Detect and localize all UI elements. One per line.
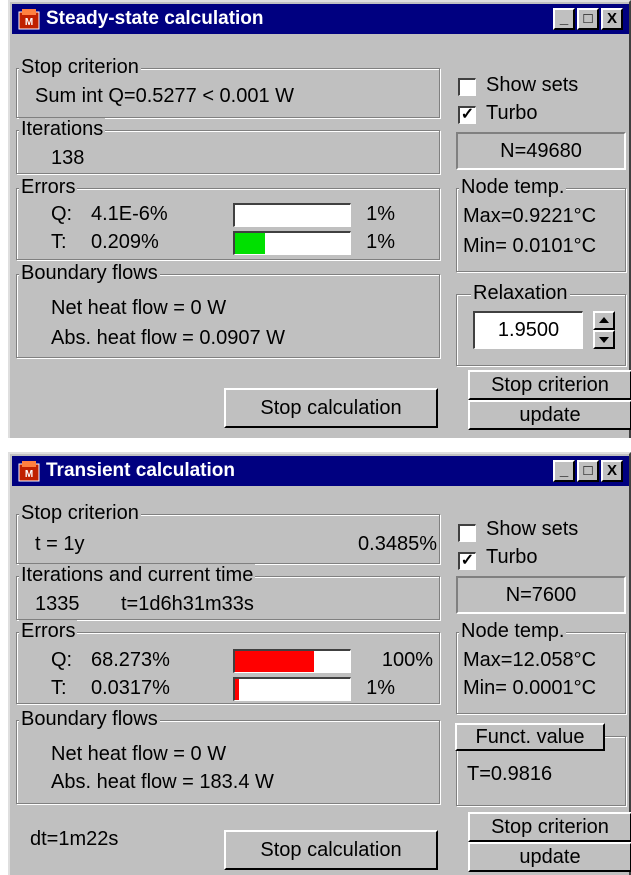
window-title: Steady-state calculation [46, 8, 264, 29]
relaxation-group: Relaxation 1.9500 [456, 282, 626, 366]
turbo-checkbox[interactable]: ✓ [458, 106, 476, 124]
stop-criterion-group: Stop criterion t = 1y 0.3485% [16, 502, 440, 564]
q-error-label: Q: [51, 203, 73, 225]
svg-text:M: M [25, 469, 33, 480]
stop-criterion-text: t = 1y [35, 533, 85, 555]
t-error-value: 0.209% [91, 231, 159, 253]
minimize-button[interactable]: _ [553, 8, 575, 30]
node-temp-max: Max=0.9221°C [463, 205, 597, 227]
q-error-limit: 1% [366, 203, 395, 225]
t-error-label: T: [51, 677, 67, 699]
stop-criterion-legend: Stop criterion [19, 56, 141, 78]
node-temp-max: Max=12.058°C [463, 649, 597, 671]
title-bar[interactable]: M Transient calculation _ □ X [12, 456, 629, 486]
t-error-limit: 1% [366, 231, 395, 253]
q-error-value: 4.1E-6% [91, 203, 168, 225]
stop-criterion-percent: 0.3485% [358, 533, 437, 555]
show-sets-checkbox[interactable] [458, 524, 476, 542]
node-temp-min: Min= 0.0101°C [463, 235, 597, 257]
stop-criterion-button[interactable]: Stop criterion [468, 370, 631, 400]
show-sets-label[interactable]: Show sets [486, 74, 578, 96]
errors-group: Errors Q: 68.273% 100% T: 0.0317% 1% [16, 620, 440, 704]
current-time-value: t=1d6h31m33s [121, 593, 254, 615]
q-error-bar [233, 649, 351, 673]
q-error-bar-fill [235, 651, 314, 672]
show-sets-label[interactable]: Show sets [486, 518, 578, 540]
t-error-bar [233, 231, 351, 255]
t-error-bar-fill [235, 233, 266, 254]
iterations-group: Iterations and current time 1335 t=1d6h3… [16, 564, 440, 620]
app-icon: M [18, 9, 40, 30]
arrow-up-icon [599, 317, 609, 323]
close-button[interactable]: X [601, 460, 623, 482]
relaxation-legend: Relaxation [471, 282, 570, 304]
funct-value-group: Funct. value T=0.9816 [455, 723, 626, 806]
arrow-down-icon [599, 337, 609, 343]
title-bar[interactable]: M Steady-state calculation _ □ X [12, 4, 629, 34]
node-temp-min: Min= 0.0001°C [463, 677, 597, 699]
svg-text:M: M [25, 17, 33, 28]
q-error-limit: 100% [381, 649, 433, 671]
stop-criterion-text: Sum int Q=0.5277 < 0.001 W [35, 85, 295, 107]
node-temp-legend: Node temp. [459, 176, 567, 198]
abs-heat-flow: Abs. heat flow = 0.0907 W [51, 327, 286, 349]
stop-criterion-legend: Stop criterion [19, 502, 141, 524]
t-error-limit: 1% [366, 677, 395, 699]
update-button[interactable]: update [468, 842, 631, 872]
stop-criterion-button[interactable]: Stop criterion [468, 812, 631, 842]
t-error-bar [233, 677, 351, 701]
funct-value-text: T=0.9816 [467, 763, 553, 785]
iterations-group: Iterations 138 [16, 118, 440, 174]
stop-calculation-button[interactable]: Stop calculation [224, 388, 438, 428]
steady-state-window: M Steady-state calculation _ □ X Stop cr… [8, 0, 631, 438]
minimize-button[interactable]: _ [553, 460, 575, 482]
errors-legend: Errors [19, 620, 78, 642]
t-error-bar-fill [235, 679, 239, 700]
dt-value: dt=1m22s [30, 828, 119, 850]
q-error-value: 68.273% [91, 649, 170, 671]
show-sets-checkbox[interactable] [458, 78, 476, 96]
maximize-button[interactable]: □ [577, 460, 599, 482]
iterations-value: 138 [51, 147, 85, 169]
q-error-bar [233, 203, 351, 227]
relaxation-down-button[interactable] [593, 330, 615, 349]
funct-value-button[interactable]: Funct. value [455, 723, 605, 751]
net-heat-flow: Net heat flow = 0 W [51, 743, 227, 765]
node-temp-legend: Node temp. [459, 620, 567, 642]
relaxation-input[interactable]: 1.9500 [473, 311, 583, 349]
abs-heat-flow: Abs. heat flow = 183.4 W [51, 771, 274, 793]
relaxation-up-button[interactable] [593, 311, 615, 330]
turbo-checkbox[interactable]: ✓ [458, 552, 476, 570]
boundary-flows-group: Boundary flows Net heat flow = 0 W Abs. … [16, 262, 440, 358]
boundary-flows-group: Boundary flows Net heat flow = 0 W Abs. … [16, 708, 440, 804]
app-icon: M [18, 461, 40, 482]
iterations-legend: Iterations and current time [19, 564, 256, 586]
update-button[interactable]: update [468, 400, 631, 430]
turbo-label[interactable]: Turbo [486, 102, 538, 124]
boundary-flows-legend: Boundary flows [19, 262, 160, 284]
maximize-button[interactable]: □ [577, 8, 599, 30]
t-error-value: 0.0317% [91, 677, 170, 699]
t-error-label: T: [51, 231, 67, 253]
turbo-label[interactable]: Turbo [486, 546, 538, 568]
boundary-flows-legend: Boundary flows [19, 708, 160, 730]
window-title: Transient calculation [46, 460, 235, 481]
transient-window: M Transient calculation _ □ X Stop crite… [8, 452, 631, 875]
errors-legend: Errors [19, 176, 78, 198]
errors-group: Errors Q: 4.1E-6% 1% T: 0.209% 1% [16, 176, 440, 260]
iterations-legend: Iterations [19, 118, 106, 140]
stop-criterion-group: Stop criterion Sum int Q=0.5277 < 0.001 … [16, 56, 440, 118]
net-heat-flow: Net heat flow = 0 W [51, 297, 227, 319]
n-value-display: N=7600 [456, 576, 626, 614]
stop-calculation-button[interactable]: Stop calculation [224, 830, 438, 870]
n-value-display: N=49680 [456, 132, 626, 170]
q-error-label: Q: [51, 649, 73, 671]
node-temp-group: Node temp. Max=0.9221°C Min= 0.0101°C [456, 176, 626, 272]
iterations-value: 1335 [35, 593, 80, 615]
close-button[interactable]: X [601, 8, 623, 30]
node-temp-group: Node temp. Max=12.058°C Min= 0.0001°C [456, 620, 626, 714]
